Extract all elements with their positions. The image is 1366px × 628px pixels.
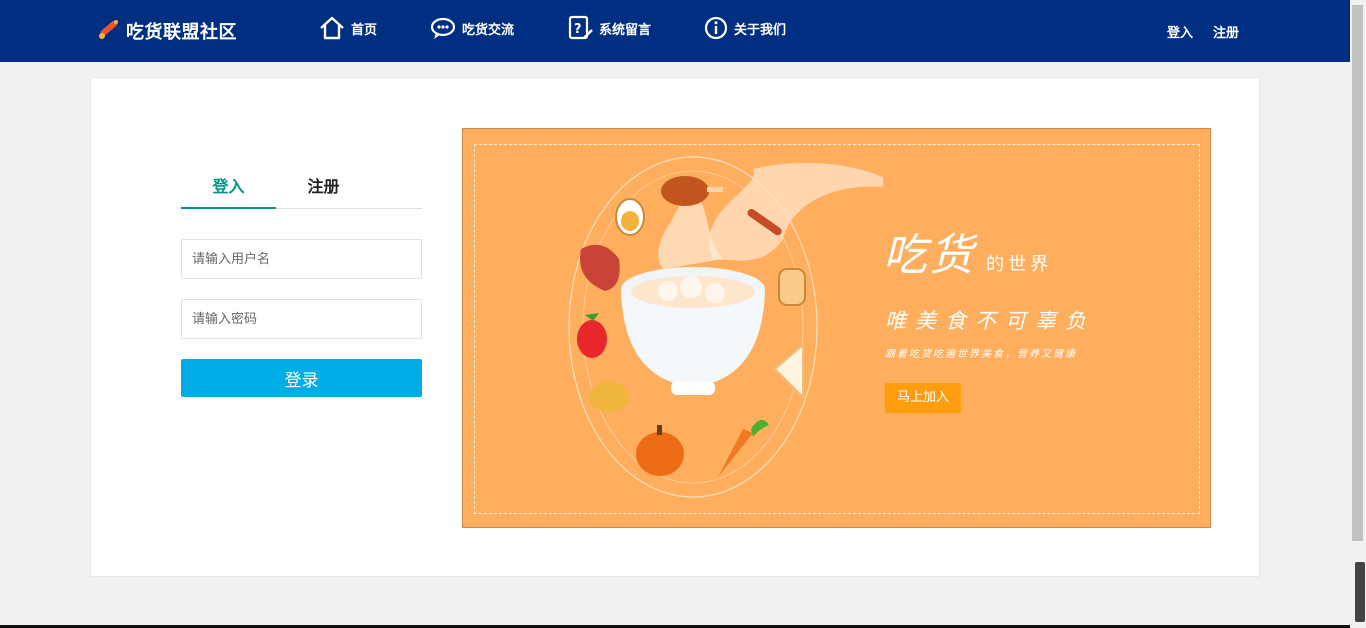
auth-links: 登入 注册: [1167, 22, 1239, 41]
drumstick-image: [661, 176, 723, 206]
auth-tabs: 登入 注册: [181, 176, 422, 209]
food-illustration: [568, 156, 883, 498]
banner-subtitle: 的世界: [986, 254, 1053, 275]
egg-image: [615, 198, 645, 236]
bowl-image: [621, 267, 765, 395]
tab-login[interactable]: 登入: [181, 176, 276, 209]
pumpkin-image: [636, 425, 684, 476]
sandwich-image: [773, 342, 804, 400]
content-card: 登入 注册 登录: [90, 77, 1260, 577]
widget-icon[interactable]: [1355, 562, 1365, 622]
password-input[interactable]: [181, 299, 422, 339]
banner-slogan: 唯美食不可辜负: [885, 309, 1095, 333]
svg-text:?: ?: [574, 22, 582, 37]
steak-image: [580, 244, 620, 291]
message-edit-icon: ?: [566, 14, 594, 42]
header-login-link[interactable]: 登入: [1167, 22, 1193, 41]
nav-item-about[interactable]: 关于我们: [703, 15, 786, 41]
join-now-button[interactable]: 马上加入: [885, 383, 961, 413]
scrollbar-thumb[interactable]: [1352, 5, 1363, 541]
home-icon: [318, 14, 346, 42]
nav-label: 吃货交流: [462, 22, 515, 38]
nav-label: 系统留言: [599, 22, 652, 38]
tomato-image: [577, 313, 607, 358]
bread-image: [778, 268, 806, 306]
top-navbar: 吃货联盟社区 首页 吃货交流 ? 系统留言 关于我们 登入 注册: [0, 0, 1350, 62]
brand-name: 吃货联盟社区: [126, 22, 237, 43]
tab-register[interactable]: 注册: [276, 176, 371, 209]
nav-item-home[interactable]: 首页: [318, 14, 377, 42]
banner-title-block: 吃货 的世界: [883, 219, 1052, 283]
banner-title: 吃货: [883, 230, 975, 281]
nav-label: 关于我们: [734, 22, 787, 38]
main-nav: 首页 吃货交流 ? 系统留言 关于我们: [318, 14, 838, 42]
banner-tagline: 跟着吃货吃遍世界美食，营养又健康: [885, 349, 1077, 360]
username-input[interactable]: [181, 239, 422, 279]
promo-banner: 吃货 的世界 唯美食不可辜负 跟着吃货吃遍世界美食，营养又健康 马上加入: [462, 128, 1211, 528]
logo-icon: [96, 17, 120, 45]
info-icon: [703, 15, 729, 41]
potato-image: [589, 382, 629, 412]
header-register-link[interactable]: 注册: [1213, 22, 1239, 41]
brand[interactable]: 吃货联盟社区: [96, 16, 237, 46]
nav-item-messages[interactable]: ? 系统留言: [566, 14, 651, 42]
nav-item-chat[interactable]: 吃货交流: [429, 14, 514, 42]
vertical-scrollbar[interactable]: [1350, 0, 1366, 628]
chat-bubble-icon: [429, 14, 457, 42]
login-submit-button[interactable]: 登录: [181, 359, 422, 397]
nav-label: 首页: [351, 22, 378, 38]
